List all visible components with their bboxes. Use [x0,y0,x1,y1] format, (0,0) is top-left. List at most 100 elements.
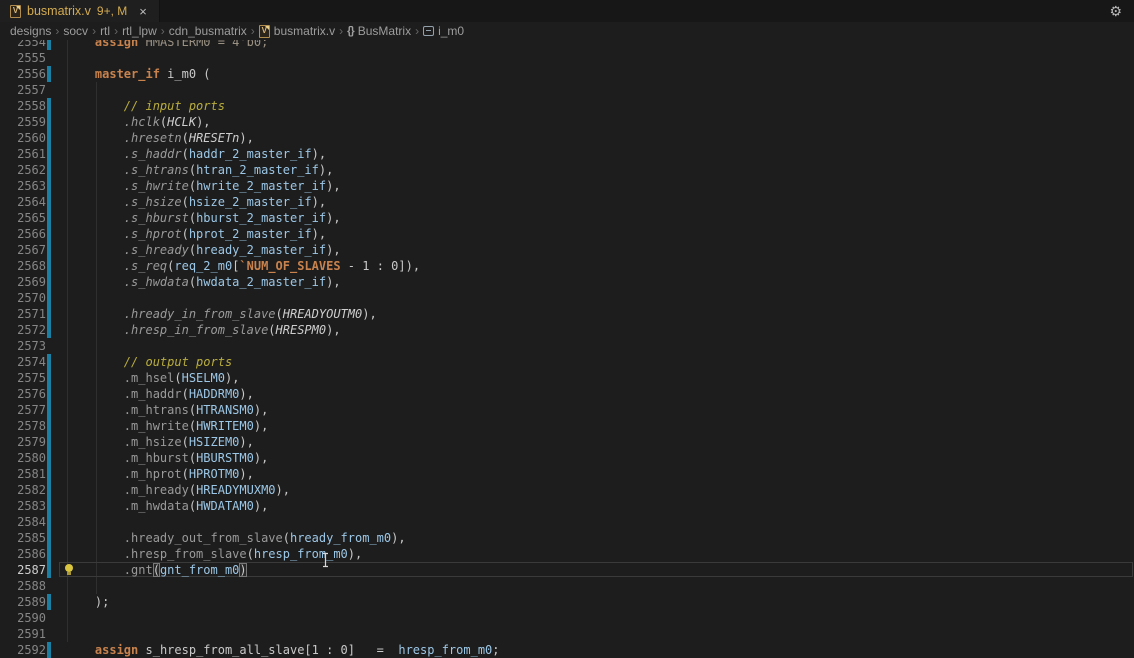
breadcrumb-item-cdn-busmatrix[interactable]: cdn_busmatrix [169,24,247,38]
code-line[interactable]: 2565 .s_hburst(hburst_2_master_if), [0,210,1134,226]
code-line[interactable]: 2562 .s_htrans(htran_2_master_if), [0,162,1134,178]
code-line[interactable]: 2561 .s_haddr(haddr_2_master_if), [0,146,1134,162]
code-line[interactable]: 2564 .s_hsize(hsize_2_master_if), [0,194,1134,210]
code-line[interactable]: 2587 .gnt(gnt_from_m0) [0,562,1134,578]
tab-title: busmatrix.v [27,4,91,18]
code-line[interactable]: 2574 // output ports [0,354,1134,370]
code-line[interactable]: 2568 .s_req(req_2_m0[`NUM_OF_SLAVES - 1 … [0,258,1134,274]
code-line[interactable]: 2567 .s_hready(hready_2_master_if), [0,242,1134,258]
line-number[interactable]: 2557 [0,82,46,98]
line-number[interactable]: 2588 [0,578,46,594]
breadcrumb-label: busmatrix.v [274,24,335,38]
code-line[interactable]: 2575 .m_hsel(HSELM0), [0,370,1134,386]
line-number[interactable]: 2563 [0,178,46,194]
line-number[interactable]: 2579 [0,434,46,450]
gutter-modified-indicator [47,98,51,114]
close-tab-icon[interactable]: × [139,5,147,18]
line-number[interactable]: 2569 [0,274,46,290]
breadcrumb-item-designs[interactable]: designs [10,24,51,38]
line-number[interactable]: 2560 [0,130,46,146]
line-number[interactable]: 2587 [0,562,46,578]
line-number[interactable]: 2568 [0,258,46,274]
code-line[interactable]: 2556 master_if i_m0 ( [0,66,1134,82]
code-line[interactable]: 2580 .m_hburst(HBURSTM0), [0,450,1134,466]
line-number[interactable]: 2589 [0,594,46,610]
gutter-modified-indicator [47,194,51,210]
line-number[interactable]: 2584 [0,514,46,530]
line-number[interactable]: 2592 [0,642,46,658]
line-number[interactable]: 2582 [0,482,46,498]
gutter-modified-indicator [47,322,51,338]
code-line[interactable]: 2583 .m_hwdata(HWDATAM0), [0,498,1134,514]
breadcrumb-item-i-m0[interactable]: i_m0 [423,24,464,38]
code-line[interactable]: 2591 [0,626,1134,642]
line-number[interactable]: 2567 [0,242,46,258]
line-number[interactable]: 2573 [0,338,46,354]
code-line[interactable]: 2592 assign s_hresp_from_all_slave[1 : 0… [0,642,1134,658]
breadcrumb-label: cdn_busmatrix [169,24,247,38]
code-line[interactable]: 2560 .hresetn(HRESETn), [0,130,1134,146]
line-number[interactable]: 2566 [0,226,46,242]
code-line[interactable]: 2586 .hresp_from_slave(hresp_from_m0), [0,546,1134,562]
code-line[interactable]: 2578 .m_hwrite(HWRITEM0), [0,418,1134,434]
gutter-modified-indicator [47,210,51,226]
breadcrumb-item-rtl-lpw[interactable]: rtl_lpw [122,24,157,38]
code-line[interactable]: 2558 // input ports [0,98,1134,114]
line-number[interactable]: 2559 [0,114,46,130]
code-line[interactable]: 2570 [0,290,1134,306]
code-line[interactable]: 2590 [0,610,1134,626]
breadcrumb-item-rtl[interactable]: rtl [100,24,110,38]
code-line[interactable]: 2579 .m_hsize(HSIZEM0), [0,434,1134,450]
line-number[interactable]: 2586 [0,546,46,562]
code-line[interactable]: 2559 .hclk(HCLK), [0,114,1134,130]
line-number[interactable]: 2565 [0,210,46,226]
line-number[interactable]: 2556 [0,66,46,82]
gear-icon[interactable]: ⚙ [1109,4,1122,18]
code-line[interactable]: 2566 .s_hprot(hprot_2_master_if), [0,226,1134,242]
code-line[interactable]: 2588 [0,578,1134,594]
line-number[interactable]: 2576 [0,386,46,402]
line-number[interactable]: 2578 [0,418,46,434]
line-number[interactable]: 2580 [0,450,46,466]
code-line[interactable]: 2589 ); [0,594,1134,610]
code-line[interactable]: 2554 assign HMASTERM0 = 4'b0; [0,40,1134,50]
code-text: .m_haddr(HADDRM0), [66,386,254,402]
code-line[interactable]: 2581 .m_hprot(HPROTM0), [0,466,1134,482]
line-number[interactable]: 2554 [0,40,46,50]
code-line[interactable]: 2584 [0,514,1134,530]
line-number[interactable]: 2590 [0,610,46,626]
breadcrumb-item-busmatrix[interactable]: {}BusMatrix [347,24,411,38]
tab-busmatrix[interactable]: V busmatrix.v 9+, M × [0,0,160,22]
line-number[interactable]: 2575 [0,370,46,386]
code-line[interactable]: 2573 [0,338,1134,354]
code-editor[interactable]: 2554 assign HMASTERM0 = 4'b0;25552556 ma… [0,40,1134,658]
line-number[interactable]: 2562 [0,162,46,178]
line-number[interactable]: 2555 [0,50,46,66]
line-number[interactable]: 2585 [0,530,46,546]
line-number[interactable]: 2574 [0,354,46,370]
code-line[interactable]: 2582 .m_hready(HREADYMUXM0), [0,482,1134,498]
line-number[interactable]: 2591 [0,626,46,642]
code-line[interactable]: 2557 [0,82,1134,98]
code-line[interactable]: 2572 .hresp_in_from_slave(HRESPM0), [0,322,1134,338]
code-text: .m_hwdata(HWDATAM0), [66,498,268,514]
breadcrumb-item-busmatrix-v[interactable]: Vbusmatrix.v [259,24,335,38]
line-number[interactable]: 2577 [0,402,46,418]
code-line[interactable]: 2571 .hready_in_from_slave(HREADYOUTM0), [0,306,1134,322]
breadcrumb-item-socv[interactable]: socv [63,24,88,38]
line-number[interactable]: 2558 [0,98,46,114]
line-number[interactable]: 2570 [0,290,46,306]
line-number[interactable]: 2561 [0,146,46,162]
line-number[interactable]: 2583 [0,498,46,514]
line-number[interactable]: 2581 [0,466,46,482]
code-line[interactable]: 2555 [0,50,1134,66]
code-text: // input ports [66,98,225,114]
code-line[interactable]: 2576 .m_haddr(HADDRM0), [0,386,1134,402]
code-line[interactable]: 2563 .s_hwrite(hwrite_2_master_if), [0,178,1134,194]
line-number[interactable]: 2571 [0,306,46,322]
code-line[interactable]: 2577 .m_htrans(HTRANSM0), [0,402,1134,418]
code-line[interactable]: 2569 .s_hwdata(hwdata_2_master_if), [0,274,1134,290]
line-number[interactable]: 2564 [0,194,46,210]
line-number[interactable]: 2572 [0,322,46,338]
code-line[interactable]: 2585 .hready_out_from_slave(hready_from_… [0,530,1134,546]
